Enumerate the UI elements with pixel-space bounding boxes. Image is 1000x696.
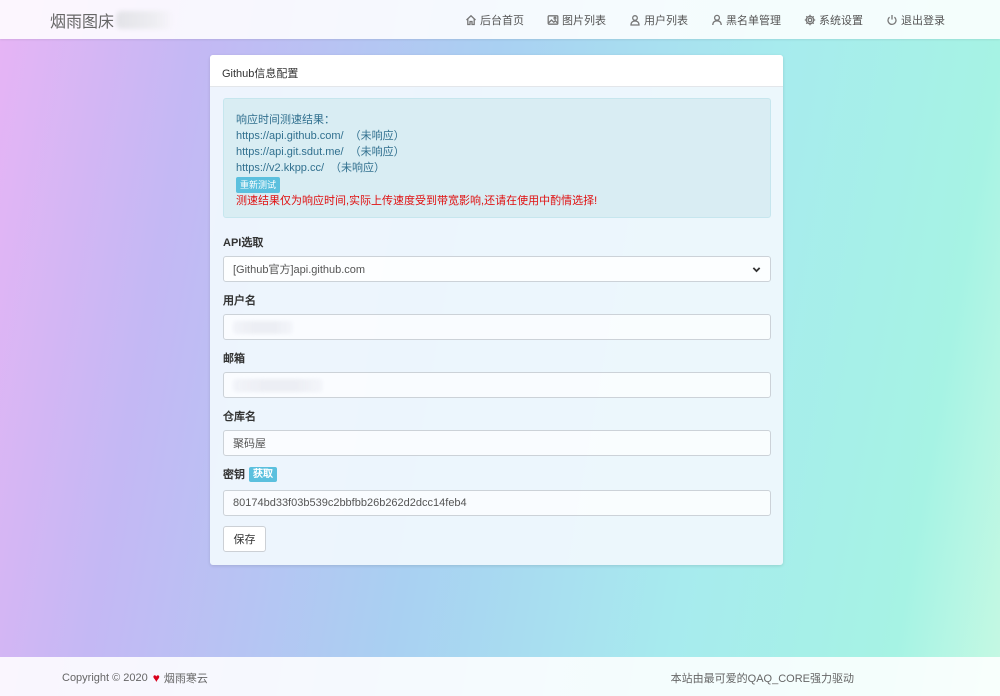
repo-input[interactable]: 聚码屋 [223, 430, 771, 456]
api-select[interactable]: [Github官方]api.github.com [223, 256, 771, 282]
nav-item-images[interactable]: 图片列表 [547, 12, 606, 28]
top-navbar: 烟雨图床 后台首页 图片列表 用户列表 黑名单管理 系统设置 退出登录 [0, 0, 1000, 39]
api-select-group: API选取 [Github官方]api.github.com [223, 234, 771, 282]
image-icon [547, 14, 559, 25]
result-status: （未响应） [330, 162, 386, 174]
home-icon [466, 14, 476, 25]
brand-title: 烟雨图床 [50, 14, 115, 31]
users-icon [630, 14, 640, 26]
speed-test-warning: 测速结果仅为响应时间,实际上传速度受到带宽影响,还请在使用中酌情选择! [236, 195, 598, 207]
retest-button[interactable]: 重新测试 [236, 177, 281, 193]
email-input[interactable] [223, 372, 771, 398]
redacted-value [233, 378, 323, 392]
email-group: 邮箱 [223, 350, 771, 398]
github-config-card: Github信息配置 响应时间测速结果： https://api.github.… [210, 55, 783, 565]
nav-item-blacklist[interactable]: 黑名单管理 [711, 12, 781, 28]
card-title: Github信息配置 [210, 55, 783, 87]
api-select-label: API选取 [223, 237, 264, 249]
api-select-value: [Github官方]api.github.com [233, 264, 366, 276]
key-group: 密钥 获取 80174bd33f03b539c2bbfbb26b262d2dcc… [223, 466, 771, 516]
repo-group: 仓库名 聚码屋 [223, 408, 771, 456]
result-status: （未响应） [349, 146, 405, 158]
key-value: 80174bd33f03b539c2bbfbb26b262d2dcc14feb4 [233, 497, 467, 509]
email-label: 邮箱 [223, 353, 245, 365]
redacted-value [233, 320, 293, 334]
result-url: https://v2.kkpp.cc/ [236, 162, 325, 174]
nav-label: 后台首页 [480, 14, 524, 27]
nav-item-users[interactable]: 用户列表 [629, 12, 688, 28]
result-url: https://api.github.com/ [236, 130, 344, 142]
footer: Copyright © 2020 ♥ 烟雨寒云 本站由最可爱的QAQ_CORE强… [0, 657, 1000, 696]
chevron-down-icon [752, 266, 761, 272]
nav-label: 退出登录 [901, 14, 945, 27]
power-icon [887, 14, 897, 25]
repo-value: 聚码屋 [233, 438, 266, 450]
gear-icon [804, 14, 816, 25]
user-icon [712, 14, 722, 25]
username-input[interactable] [223, 314, 771, 340]
main-nav: 后台首页 图片列表 用户列表 黑名单管理 系统设置 退出登录 [442, 0, 945, 39]
username-label: 用户名 [223, 295, 256, 307]
repo-label: 仓库名 [223, 411, 256, 423]
author-link[interactable]: 烟雨寒云 [164, 670, 208, 686]
save-button[interactable]: 保存 [223, 526, 266, 552]
key-label: 密钥 [223, 469, 245, 481]
nav-label: 图片列表 [562, 14, 606, 27]
get-key-button[interactable]: 获取 [249, 466, 277, 482]
speed-test-result: https://api.git.sdut.me/ （未响应） [236, 144, 758, 160]
brand[interactable]: 烟雨图床 [50, 9, 175, 31]
nav-item-dashboard[interactable]: 后台首页 [465, 12, 524, 28]
nav-label: 用户列表 [644, 14, 688, 27]
speed-test-heading: 响应时间测速结果： [236, 114, 335, 126]
powered-by: 本站由最可爱的QAQ_CORE强力驱动 [670, 673, 854, 685]
brand-redacted [116, 11, 175, 29]
copyright-text: Copyright © 2020 [62, 672, 148, 684]
username-group: 用户名 [223, 292, 771, 340]
speed-test-result: https://v2.kkpp.cc/ （未响应） [236, 160, 758, 176]
result-url: https://api.git.sdut.me/ [236, 146, 344, 158]
key-input[interactable]: 80174bd33f03b539c2bbfbb26b262d2dcc14feb4 [223, 490, 771, 516]
key-label-row: 密钥 获取 [223, 466, 771, 482]
heart-icon: ♥ [152, 671, 160, 685]
nav-label: 黑名单管理 [726, 14, 781, 27]
nav-item-settings[interactable]: 系统设置 [804, 12, 863, 28]
result-status: （未响应） [349, 130, 405, 142]
speed-test-result: https://api.github.com/ （未响应） [236, 128, 758, 144]
footer-copyright: Copyright © 2020 ♥ 烟雨寒云 [62, 670, 208, 686]
nav-label: 系统设置 [819, 14, 863, 27]
speed-test-alert: 响应时间测速结果： https://api.github.com/ （未响应） h… [223, 98, 771, 218]
nav-item-logout[interactable]: 退出登录 [886, 12, 945, 28]
